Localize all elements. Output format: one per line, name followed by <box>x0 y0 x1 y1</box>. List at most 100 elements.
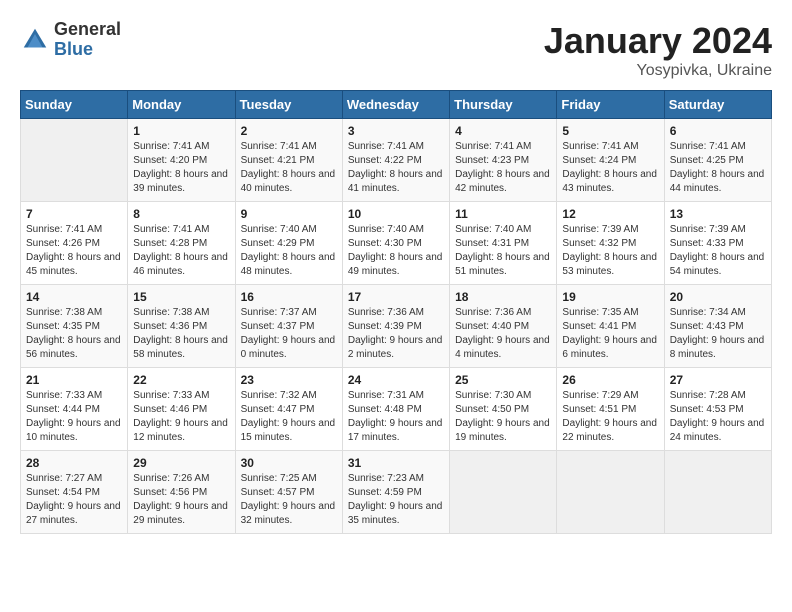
day-info: Sunrise: 7:25 AM Sunset: 4:57 PM Dayligh… <box>241 472 337 528</box>
day-info: Sunrise: 7:29 AM Sunset: 4:51 PM Dayligh… <box>562 389 658 445</box>
day-cell: 25Sunrise: 7:30 AM Sunset: 4:50 PM Dayli… <box>450 368 557 451</box>
day-cell: 8 Sunrise: 7:41 AM Sunset: 4:28 PM Daylig… <box>128 202 235 285</box>
day-number: 23 <box>241 373 337 387</box>
day-number: 13 <box>670 207 766 221</box>
logo-blue: Blue <box>54 40 121 60</box>
day-cell: 16Sunrise: 7:37 AM Sunset: 4:37 PM Dayli… <box>235 285 342 368</box>
day-number: 18 <box>455 290 551 304</box>
day-number: 8 <box>133 207 229 221</box>
day-cell: 24 Sunrise: 7:31 AM Sunset: 4:48 PM Dayli… <box>342 368 449 451</box>
day-cell: 7 Sunrise: 7:41 AM Sunset: 4:26 PM Daylig… <box>21 202 128 285</box>
week-row-3: 21 Sunrise: 7:33 AM Sunset: 4:44 PM Dayli… <box>21 368 772 451</box>
day-info: Sunrise: 7:41 AM Sunset: 4:28 PM Dayligh… <box>133 223 229 279</box>
logo-general: General <box>54 20 121 40</box>
day-info: Sunrise: 7:39 AM Sunset: 4:32 PM Dayligh… <box>562 223 658 279</box>
day-cell: 20Sunrise: 7:34 AM Sunset: 4:43 PM Dayli… <box>664 285 771 368</box>
day-number: 1 <box>133 124 229 138</box>
day-number: 22 <box>133 373 229 387</box>
day-info: Sunrise: 7:40 AM Sunset: 4:29 PM Dayligh… <box>241 223 337 279</box>
day-info: Sunrise: 7:40 AM Sunset: 4:30 PM Dayligh… <box>348 223 444 279</box>
month-title: January 2024 <box>544 20 772 62</box>
location: Yosypivka, Ukraine <box>544 62 772 80</box>
day-number: 27 <box>670 373 766 387</box>
day-info: Sunrise: 7:30 AM Sunset: 4:50 PM Dayligh… <box>455 389 551 445</box>
day-info: Sunrise: 7:41 AM Sunset: 4:20 PM Dayligh… <box>133 140 229 196</box>
day-cell <box>21 119 128 202</box>
week-row-0: 1 Sunrise: 7:41 AM Sunset: 4:20 PM Daylig… <box>21 119 772 202</box>
day-cell: 13 Sunrise: 7:39 AM Sunset: 4:33 PM Dayli… <box>664 202 771 285</box>
day-info: Sunrise: 7:40 AM Sunset: 4:31 PM Dayligh… <box>455 223 551 279</box>
day-info: Sunrise: 7:36 AM Sunset: 4:39 PM Dayligh… <box>348 306 444 362</box>
day-cell: 17Sunrise: 7:36 AM Sunset: 4:39 PM Dayli… <box>342 285 449 368</box>
day-cell: 23 Sunrise: 7:32 AM Sunset: 4:47 PM Dayli… <box>235 368 342 451</box>
day-number: 7 <box>26 207 122 221</box>
day-number: 6 <box>670 124 766 138</box>
header-day-sunday: Sunday <box>21 91 128 119</box>
week-row-2: 14Sunrise: 7:38 AM Sunset: 4:35 PM Dayli… <box>21 285 772 368</box>
header-row: SundayMondayTuesdayWednesdayThursdayFrid… <box>21 91 772 119</box>
day-info: Sunrise: 7:34 AM Sunset: 4:43 PM Dayligh… <box>670 306 766 362</box>
day-cell: 1 Sunrise: 7:41 AM Sunset: 4:20 PM Daylig… <box>128 119 235 202</box>
day-info: Sunrise: 7:41 AM Sunset: 4:23 PM Dayligh… <box>455 140 551 196</box>
day-cell: 3Sunrise: 7:41 AM Sunset: 4:22 PM Daylig… <box>342 119 449 202</box>
day-info: Sunrise: 7:35 AM Sunset: 4:41 PM Dayligh… <box>562 306 658 362</box>
day-cell <box>557 451 664 534</box>
day-info: Sunrise: 7:23 AM Sunset: 4:59 PM Dayligh… <box>348 472 444 528</box>
day-cell: 30Sunrise: 7:25 AM Sunset: 4:57 PM Dayli… <box>235 451 342 534</box>
day-cell: 21 Sunrise: 7:33 AM Sunset: 4:44 PM Dayli… <box>21 368 128 451</box>
day-cell: 5Sunrise: 7:41 AM Sunset: 4:24 PM Daylig… <box>557 119 664 202</box>
day-cell: 22 Sunrise: 7:33 AM Sunset: 4:46 PM Dayli… <box>128 368 235 451</box>
day-number: 31 <box>348 456 444 470</box>
logo: General Blue <box>20 20 121 60</box>
day-info: Sunrise: 7:27 AM Sunset: 4:54 PM Dayligh… <box>26 472 122 528</box>
calendar-table: SundayMondayTuesdayWednesdayThursdayFrid… <box>20 90 772 534</box>
day-number: 2 <box>241 124 337 138</box>
day-info: Sunrise: 7:38 AM Sunset: 4:36 PM Dayligh… <box>133 306 229 362</box>
day-cell: 18 Sunrise: 7:36 AM Sunset: 4:40 PM Dayli… <box>450 285 557 368</box>
day-number: 19 <box>562 290 658 304</box>
logo-text: General Blue <box>54 20 121 60</box>
day-info: Sunrise: 7:39 AM Sunset: 4:33 PM Dayligh… <box>670 223 766 279</box>
day-info: Sunrise: 7:33 AM Sunset: 4:44 PM Dayligh… <box>26 389 122 445</box>
day-number: 12 <box>562 207 658 221</box>
day-info: Sunrise: 7:41 AM Sunset: 4:26 PM Dayligh… <box>26 223 122 279</box>
day-cell <box>450 451 557 534</box>
header-day-friday: Friday <box>557 91 664 119</box>
day-cell: 9 Sunrise: 7:40 AM Sunset: 4:29 PM Daylig… <box>235 202 342 285</box>
day-cell: 10Sunrise: 7:40 AM Sunset: 4:30 PM Dayli… <box>342 202 449 285</box>
day-number: 11 <box>455 207 551 221</box>
day-cell: 27Sunrise: 7:28 AM Sunset: 4:53 PM Dayli… <box>664 368 771 451</box>
day-info: Sunrise: 7:26 AM Sunset: 4:56 PM Dayligh… <box>133 472 229 528</box>
page-header: General Blue January 2024 Yosypivka, Ukr… <box>20 20 772 80</box>
day-number: 15 <box>133 290 229 304</box>
day-cell: 12 Sunrise: 7:39 AM Sunset: 4:32 PM Dayli… <box>557 202 664 285</box>
day-info: Sunrise: 7:36 AM Sunset: 4:40 PM Dayligh… <box>455 306 551 362</box>
day-info: Sunrise: 7:31 AM Sunset: 4:48 PM Dayligh… <box>348 389 444 445</box>
day-number: 14 <box>26 290 122 304</box>
header-day-saturday: Saturday <box>664 91 771 119</box>
day-number: 21 <box>26 373 122 387</box>
day-cell <box>664 451 771 534</box>
header-day-wednesday: Wednesday <box>342 91 449 119</box>
day-number: 28 <box>26 456 122 470</box>
header-day-thursday: Thursday <box>450 91 557 119</box>
day-cell: 2Sunrise: 7:41 AM Sunset: 4:21 PM Daylig… <box>235 119 342 202</box>
day-number: 24 <box>348 373 444 387</box>
day-cell: 19 Sunrise: 7:35 AM Sunset: 4:41 PM Dayli… <box>557 285 664 368</box>
day-number: 16 <box>241 290 337 304</box>
day-number: 9 <box>241 207 337 221</box>
day-info: Sunrise: 7:41 AM Sunset: 4:25 PM Dayligh… <box>670 140 766 196</box>
day-cell: 31 Sunrise: 7:23 AM Sunset: 4:59 PM Dayli… <box>342 451 449 534</box>
day-number: 4 <box>455 124 551 138</box>
day-cell: 4 Sunrise: 7:41 AM Sunset: 4:23 PM Daylig… <box>450 119 557 202</box>
day-cell: 11 Sunrise: 7:40 AM Sunset: 4:31 PM Dayli… <box>450 202 557 285</box>
day-cell: 15 Sunrise: 7:38 AM Sunset: 4:36 PM Dayli… <box>128 285 235 368</box>
day-cell: 29 Sunrise: 7:26 AM Sunset: 4:56 PM Dayli… <box>128 451 235 534</box>
day-cell: 14Sunrise: 7:38 AM Sunset: 4:35 PM Dayli… <box>21 285 128 368</box>
day-info: Sunrise: 7:41 AM Sunset: 4:24 PM Dayligh… <box>562 140 658 196</box>
day-info: Sunrise: 7:33 AM Sunset: 4:46 PM Dayligh… <box>133 389 229 445</box>
day-info: Sunrise: 7:32 AM Sunset: 4:47 PM Dayligh… <box>241 389 337 445</box>
day-number: 29 <box>133 456 229 470</box>
calendar-header: SundayMondayTuesdayWednesdayThursdayFrid… <box>21 91 772 119</box>
week-row-4: 28 Sunrise: 7:27 AM Sunset: 4:54 PM Dayli… <box>21 451 772 534</box>
